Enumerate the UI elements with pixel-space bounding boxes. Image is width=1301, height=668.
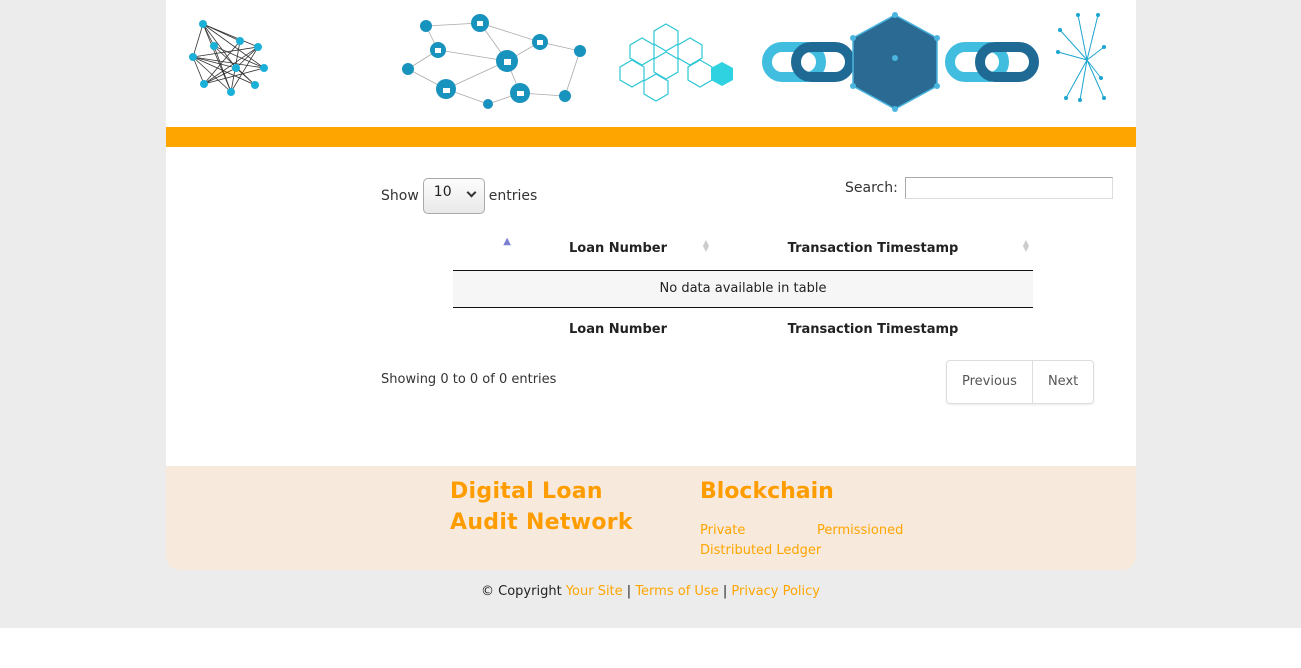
footer-link-permissioned[interactable]: Permissioned	[817, 523, 903, 538]
separator: |	[722, 584, 728, 599]
footer-title: Digital Loan Audit Network	[450, 479, 633, 535]
page-bottom	[0, 628, 1301, 668]
terms-of-use-link[interactable]: Terms of Use	[635, 584, 718, 599]
page-length-value: 10	[433, 184, 452, 200]
footer-link-private[interactable]: Private	[700, 523, 745, 538]
footer-panel: Digital Loan Audit Network Blockchain Pr…	[166, 466, 1136, 570]
page-length-select[interactable]: 10	[422, 178, 485, 214]
column-header-loan-number[interactable]: Loan Number ▲ ▼	[523, 227, 713, 270]
footer-column-loan-number: Loan Number	[523, 308, 713, 351]
page-length-control: Show 10 entries	[381, 178, 537, 214]
sort-icon: ▲ ▼	[1022, 238, 1029, 253]
footer-loan-number-label: Loan Number	[569, 322, 667, 337]
sort-icon: ▲ ▼	[702, 238, 709, 253]
table-info: Showing 0 to 0 of 0 entries	[381, 372, 557, 387]
blockchain-cube-icon	[852, 14, 938, 110]
loan-number-header-label: Loan Number	[569, 241, 667, 256]
transaction-timestamp-header-label: Transaction Timestamp	[787, 241, 959, 256]
sort-ascending-icon: ▲	[503, 236, 511, 247]
separator: |	[626, 584, 632, 599]
your-site-link[interactable]: Your Site	[566, 584, 623, 599]
main-content: Show 10 entries Search: ▲ Loan Number ▲ ▼	[166, 147, 1136, 466]
column-header-0[interactable]: ▲	[453, 227, 523, 270]
column-header-transaction-timestamp[interactable]: Transaction Timestamp ▲ ▼	[713, 227, 1033, 270]
entries-label: entries	[488, 188, 538, 204]
pagination: Previous Next	[946, 360, 1095, 404]
copyright-bar: © Copyright Your Site | Terms of Use | P…	[0, 584, 1301, 599]
copyright-prefix: © Copyright	[481, 584, 562, 599]
search-control: Search:	[845, 177, 1113, 199]
search-input[interactable]	[904, 177, 1113, 199]
footer-transaction-timestamp-label: Transaction Timestamp	[787, 322, 959, 337]
lock-network-icon	[407, 22, 581, 105]
footer-link-distributed-ledger[interactable]: Distributed Ledger	[700, 543, 821, 558]
table-footer-row: Loan Number Transaction Timestamp	[453, 307, 1033, 351]
header-banner	[166, 0, 1136, 127]
empty-table-row: No data available in table	[453, 271, 1033, 307]
blockchain-banner-graphic	[189, 12, 1106, 112]
page-container: Show 10 entries Search: ▲ Loan Number ▲ ▼	[166, 0, 1136, 570]
footer-column-0	[453, 308, 523, 351]
search-label: Search:	[845, 180, 898, 196]
next-button[interactable]: Next	[1031, 361, 1093, 403]
chevron-down-icon	[466, 187, 477, 198]
loans-table: ▲ Loan Number ▲ ▼ Transaction Timestamp ▲…	[453, 227, 1033, 351]
accent-stripe	[166, 127, 1136, 147]
table-header-row: ▲ Loan Number ▲ ▼ Transaction Timestamp ▲…	[453, 227, 1033, 271]
footer-column-transaction-timestamp: Transaction Timestamp	[713, 308, 1033, 351]
privacy-policy-link[interactable]: Privacy Policy	[731, 584, 820, 599]
distributed-tree-icon	[1057, 14, 1105, 101]
cube-cluster-icon	[619, 23, 713, 102]
footer-section-title: Blockchain	[700, 479, 834, 504]
previous-button[interactable]: Previous	[947, 361, 1032, 403]
show-label: Show	[381, 188, 419, 204]
